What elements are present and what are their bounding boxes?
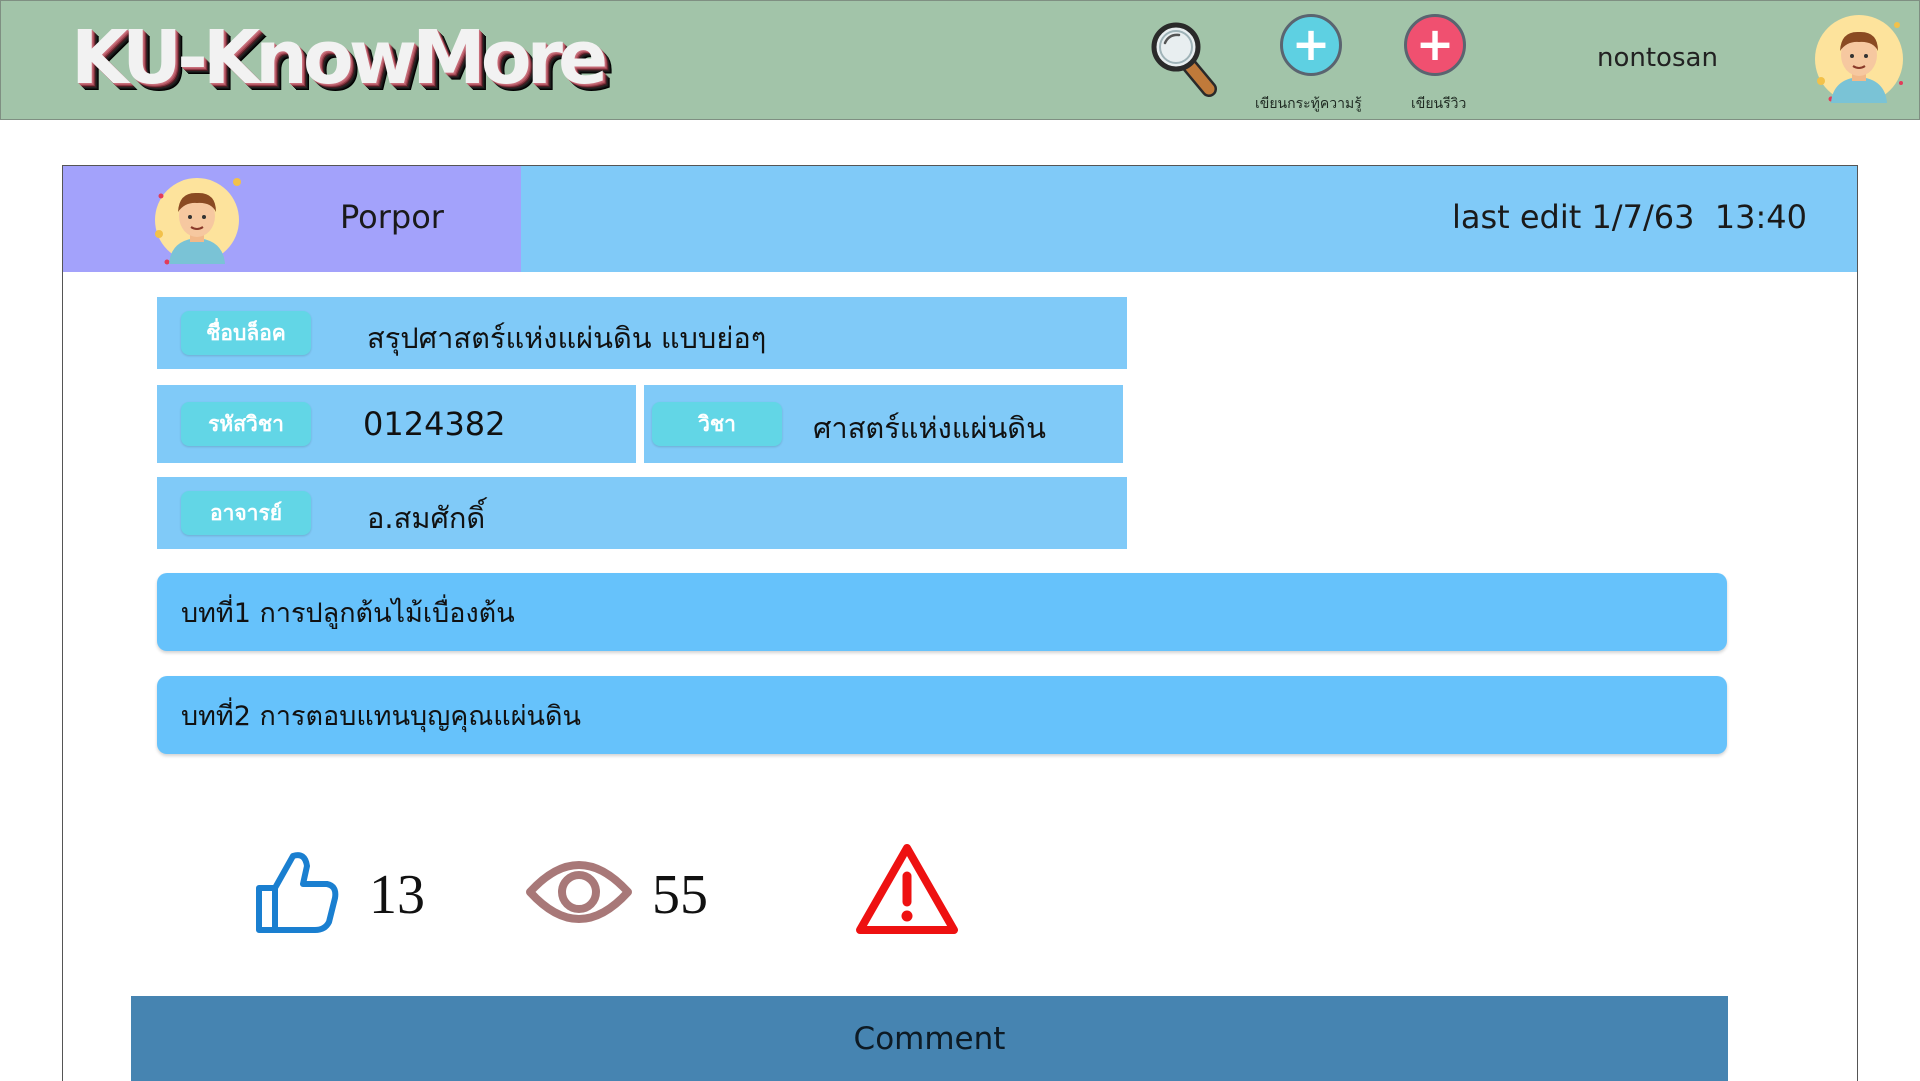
magnifier-icon	[1151, 22, 1217, 97]
plus-icon: +	[1415, 16, 1455, 71]
teacher-row: อาจารย์ อ.สมศักดิ์	[157, 477, 1127, 549]
search-button[interactable]	[1149, 21, 1219, 97]
views-count: 55	[652, 864, 708, 926]
teacher-value: อ.สมศักดิ์	[367, 501, 486, 535]
author-name[interactable]: Porpor	[340, 198, 444, 236]
chapter-item[interactable]: บทที่2 การตอบแทนบุญคุณแผ่นดิน	[157, 676, 1727, 754]
write-review-label[interactable]: เขียนรีวิว	[1411, 93, 1466, 115]
username[interactable]: nontosan	[1597, 43, 1718, 73]
chapter-title: บทที่1 การปลูกต้นไม้เบื่องต้น	[181, 597, 515, 629]
course-name-value: ศาสตร์แห่งแผ่นดิน	[813, 411, 1046, 445]
write-knowledge-label[interactable]: เขียนกระทู้ความรู้	[1255, 93, 1362, 115]
author-box[interactable]: Porpor	[63, 166, 521, 272]
like-button[interactable]	[253, 846, 339, 936]
course-code-row: รหัสวิชา 0124382	[157, 385, 636, 463]
post-card: Porpor last edit 1/7/63 13:40 ชื่อบล็อค …	[62, 165, 1858, 1081]
last-edit-timestamp: last edit 1/7/63 13:40	[1451, 198, 1807, 236]
views-indicator	[526, 852, 632, 932]
user-avatar-icon	[1815, 15, 1903, 103]
plus-icon: +	[1291, 16, 1331, 71]
course-code-tag: รหัสวิชา	[181, 402, 311, 446]
author-avatar[interactable]	[149, 172, 245, 268]
report-button[interactable]	[854, 842, 960, 938]
site-logo[interactable]: KU-KnowMore	[71, 15, 608, 101]
comment-button[interactable]: Comment	[131, 996, 1728, 1081]
user-avatar-icon	[155, 178, 241, 265]
block-name-row: ชื่อบล็อค สรุปศาสตร์แห่งแผ่นดิน แบบย่อๆ	[157, 297, 1127, 369]
block-name-tag: ชื่อบล็อค	[181, 311, 311, 355]
top-bar: KU-KnowMore + เขียนกระทู้ความรู้ + เขียน…	[0, 0, 1920, 120]
chapter-title: บทที่2 การตอบแทนบุญคุณแผ่นดิน	[181, 700, 581, 732]
course-tag: วิชา	[652, 402, 782, 446]
thumbs-up-icon	[256, 852, 339, 933]
eye-icon	[526, 861, 632, 923]
course-code-value: 0124382	[363, 405, 506, 443]
block-name-value: สรุปศาสตร์แห่งแผ่นดิน แบบย่อๆ	[367, 321, 767, 355]
user-avatar[interactable]	[1811, 11, 1907, 107]
write-knowledge-button[interactable]: +	[1280, 14, 1342, 76]
post-header: Porpor last edit 1/7/63 13:40	[63, 166, 1857, 272]
teacher-tag: อาจารย์	[181, 491, 311, 535]
chapter-item[interactable]: บทที่1 การปลูกต้นไม้เบื่องต้น	[157, 573, 1727, 651]
likes-count: 13	[369, 864, 425, 926]
warning-icon	[856, 844, 958, 934]
write-review-button[interactable]: +	[1404, 14, 1466, 76]
course-name-row: วิชา ศาสตร์แห่งแผ่นดิน	[644, 385, 1123, 463]
